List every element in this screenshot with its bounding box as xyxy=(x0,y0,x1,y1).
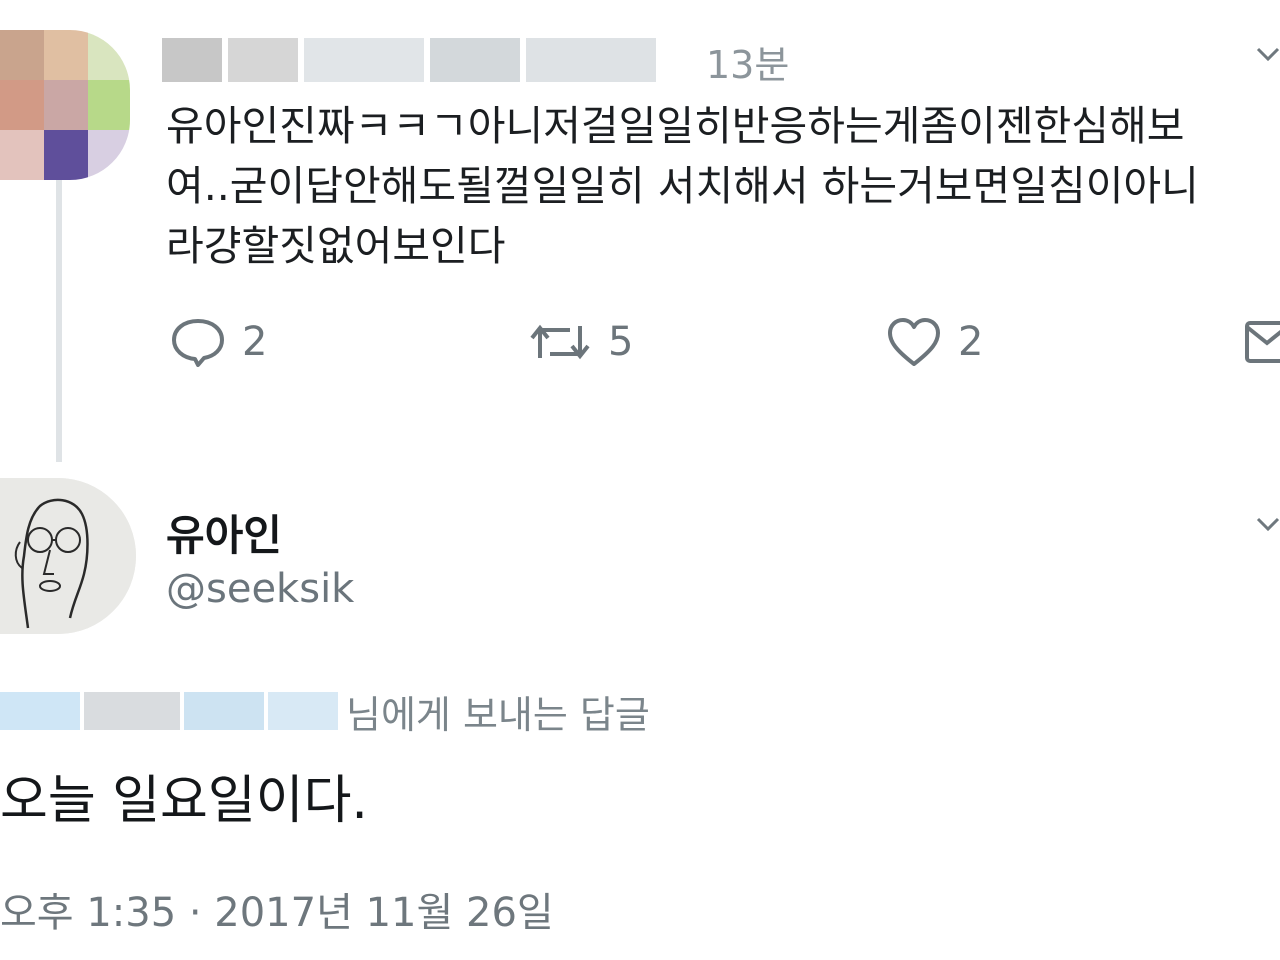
tweet-text: 유아인진짜ㅋㅋㄱ아니저걸일일히반응하는게좀이젠한심해보 여..굳이답안해도될껄일… xyxy=(166,96,1280,276)
tweet-time[interactable]: 13분 xyxy=(706,34,789,89)
username-blurred[interactable] xyxy=(162,38,682,82)
like-count: 2 xyxy=(958,319,984,365)
speech-bubble-icon xyxy=(170,317,226,367)
reply-button[interactable]: 2 xyxy=(170,312,267,372)
chevron-down-icon[interactable] xyxy=(1256,516,1280,532)
avatar[interactable] xyxy=(0,478,136,634)
replying-to-user-blurred[interactable] xyxy=(0,686,340,734)
envelope-icon xyxy=(1244,319,1280,365)
user-handle[interactable]: @seeksik xyxy=(166,566,354,612)
avatar-blurred[interactable] xyxy=(0,30,130,180)
display-name[interactable]: 유아인 xyxy=(166,502,282,563)
like-button[interactable]: 2 xyxy=(886,312,983,372)
tweet-timestamp[interactable]: 오후 1:35 · 2017년 11월 26일 xyxy=(0,880,554,938)
retweet-icon xyxy=(528,318,592,366)
chevron-down-icon[interactable] xyxy=(1256,46,1280,62)
replying-to-label: 님에게 보내는 답글 xyxy=(346,693,650,737)
reply-text: 오늘 일요일이다. xyxy=(0,771,368,831)
retweet-count: 5 xyxy=(608,319,634,365)
retweet-button[interactable]: 5 xyxy=(528,312,633,372)
reply-count: 2 xyxy=(242,319,268,365)
tweet-text-line: 여..굳이답안해도될껄일일히 서치해서 하는거보면일침이아니 xyxy=(166,162,1199,210)
tweet-text-line: 유아인진짜ㅋㅋㄱ아니저걸일일히반응하는게좀이젠한심해보 xyxy=(166,102,1185,150)
line-drawing-face-icon xyxy=(0,478,136,634)
tweet-text-line: 라걍할짓없어보인다 xyxy=(166,222,506,270)
heart-icon xyxy=(886,316,942,368)
direct-message-button[interactable] xyxy=(1244,312,1280,372)
